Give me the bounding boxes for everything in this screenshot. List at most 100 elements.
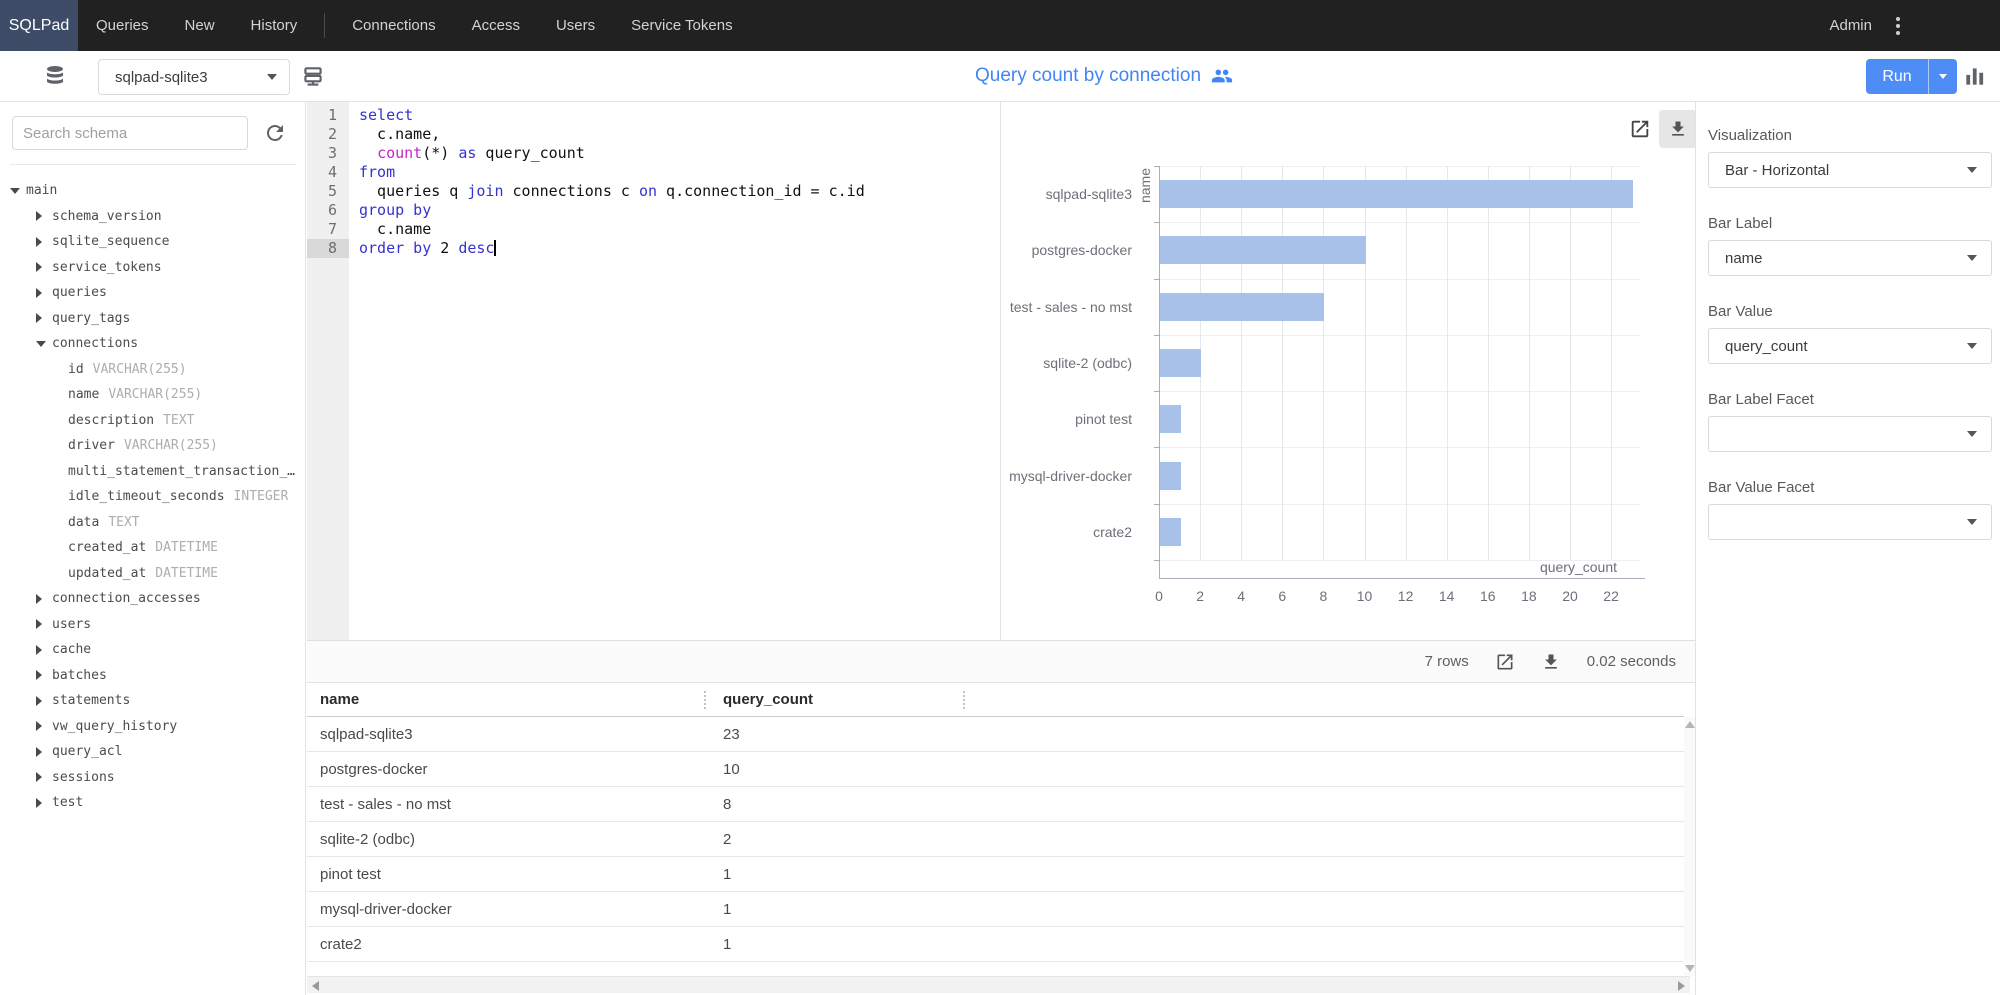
column-header-query_count: query_count [710, 691, 969, 708]
schema-column-item[interactable]: descriptionTEXT [0, 408, 306, 434]
y-axis-tick [1154, 504, 1159, 505]
nav-item-connections[interactable]: Connections [334, 0, 453, 51]
schema-tree-item[interactable]: cache [0, 637, 306, 663]
column-resize-handle[interactable] [963, 691, 967, 709]
nav-item-new[interactable]: New [167, 0, 233, 51]
vertical-scrollbar[interactable] [1684, 717, 1695, 976]
scroll-left-icon[interactable] [312, 981, 319, 991]
viz-field-select[interactable]: Bar - Horizontal [1708, 152, 1992, 188]
bar-chart: 0246810121416182022sqlpad-sqlite3postgre… [1001, 102, 1695, 640]
bar-sqlpad-sqlite3 [1160, 180, 1633, 208]
line-number: 6 [307, 201, 349, 220]
y-axis-tick [1154, 222, 1159, 223]
schema-tree-item[interactable]: users [0, 612, 306, 638]
tree-label: test [52, 795, 83, 810]
cell-query-count: 1 [710, 936, 969, 953]
cell-query-count: 8 [710, 796, 969, 813]
schema-tree-item[interactable]: main [0, 178, 306, 204]
connection-select[interactable]: sqlpad-sqlite3 [98, 59, 290, 95]
schema-sidebar: mainschema_versionsqlite_sequenceservice… [0, 102, 306, 995]
sql-editor[interactable]: 12345678 select c.name, count(*) as quer… [307, 102, 1000, 640]
schema-tree-item[interactable]: service_tokens [0, 255, 306, 281]
caret-right-icon [36, 237, 52, 247]
query-duration: 0.02 seconds [1587, 653, 1676, 670]
download-results-icon[interactable] [1541, 652, 1561, 672]
tree-label: updated_at [68, 566, 146, 581]
schema-tree-item[interactable]: query_acl [0, 739, 306, 765]
table-row: sqlpad-sqlite323 [307, 717, 1684, 752]
editor-code[interactable]: select c.name, count(*) as query_countfr… [349, 102, 1000, 640]
gridline-v [1282, 166, 1283, 560]
viz-field-bar-label: Bar Labelname [1708, 215, 1992, 276]
scroll-right-icon[interactable] [1678, 981, 1685, 991]
schema-tree-item[interactable]: connections [0, 331, 306, 357]
schema-tree-item[interactable]: vw_query_history [0, 714, 306, 740]
viz-field-visualization: VisualizationBar - Horizontal [1708, 127, 1992, 188]
line-number: 2 [307, 125, 349, 144]
caret-right-icon [36, 798, 52, 808]
column-dtype: INTEGER [234, 489, 289, 504]
tree-label: statements [52, 693, 130, 708]
viz-field-select[interactable] [1708, 416, 1992, 452]
nav-item-users[interactable]: Users [538, 0, 613, 51]
schema-tree-item[interactable]: sessions [0, 765, 306, 791]
tree-label: sessions [52, 770, 115, 785]
run-dropdown-button[interactable] [1928, 59, 1957, 94]
gridline-h [1159, 447, 1641, 448]
schema-column-item[interactable]: idle_timeout_secondsINTEGER [0, 484, 306, 510]
gridline-v [1241, 166, 1242, 560]
scroll-up-icon[interactable] [1685, 721, 1695, 728]
kebab-menu-icon[interactable] [1886, 11, 1910, 41]
run-button[interactable]: Run [1866, 59, 1928, 94]
nav-item-queries[interactable]: Queries [78, 0, 167, 51]
nav-right-group: Admin [1815, 0, 2000, 51]
chart-toggle-icon[interactable] [1962, 63, 1988, 94]
refresh-schema-icon[interactable] [263, 121, 287, 150]
schema-column-item[interactable]: nameVARCHAR(255) [0, 382, 306, 408]
schema-column-item[interactable]: dataTEXT [0, 510, 306, 536]
horizontal-scrollbar[interactable] [307, 976, 1690, 993]
code-line: queries q join connections c on q.connec… [359, 182, 1000, 201]
line-number: 4 [307, 163, 349, 182]
table-row: test - sales - no mst8 [307, 787, 1684, 822]
schema-tree-item[interactable]: query_tags [0, 306, 306, 332]
schema-column-item[interactable]: created_atDATETIME [0, 535, 306, 561]
table-row: sqlite-2 (odbc)2 [307, 822, 1684, 857]
viz-field-select[interactable]: query_count [1708, 328, 1992, 364]
schema-tree-item[interactable]: test [0, 790, 306, 816]
schema-tree-item[interactable]: queries [0, 280, 306, 306]
schema-tree-item[interactable]: statements [0, 688, 306, 714]
viz-field-select[interactable] [1708, 504, 1992, 540]
schema-column-item[interactable]: driverVARCHAR(255) [0, 433, 306, 459]
column-dtype: VARCHAR(255) [124, 438, 218, 453]
admin-menu[interactable]: Admin [1815, 17, 1886, 34]
gridline-h [1159, 279, 1641, 280]
app-logo[interactable]: SQLPad [0, 0, 78, 51]
chevron-down-icon [1939, 74, 1947, 79]
viz-field-select[interactable]: name [1708, 240, 1992, 276]
cell-name: crate2 [307, 936, 710, 953]
schema-toggle-icon[interactable] [300, 64, 326, 95]
schema-tree-item[interactable]: connection_accesses [0, 586, 306, 612]
open-results-new-window-icon[interactable] [1495, 652, 1515, 672]
search-schema-input[interactable] [12, 116, 248, 150]
schema-tree: mainschema_versionsqlite_sequenceservice… [0, 178, 306, 816]
nav-item-history[interactable]: History [233, 0, 316, 51]
schema-tree-item[interactable]: batches [0, 663, 306, 689]
results-pane: 7 rows 0.02 seconds namequery_countsqlpa… [307, 640, 1695, 995]
schema-column-item[interactable]: idVARCHAR(255) [0, 357, 306, 383]
tree-label: data [68, 515, 99, 530]
column-resize-handle[interactable] [704, 691, 708, 709]
x-tick-label: 20 [1550, 588, 1590, 604]
cell-query-count: 10 [710, 761, 969, 778]
nav-item-access[interactable]: Access [454, 0, 538, 51]
schema-tree-item[interactable]: schema_version [0, 204, 306, 230]
query-title[interactable]: Query count by connection [975, 51, 1233, 101]
bar-pinot-test [1160, 405, 1181, 433]
schema-column-item[interactable]: multi_statement_transaction_… [0, 459, 306, 485]
scroll-down-icon[interactable] [1685, 965, 1695, 972]
nav-item-service-tokens[interactable]: Service Tokens [613, 0, 750, 51]
x-tick-label: 16 [1468, 588, 1508, 604]
schema-column-item[interactable]: updated_atDATETIME [0, 561, 306, 587]
schema-tree-item[interactable]: sqlite_sequence [0, 229, 306, 255]
